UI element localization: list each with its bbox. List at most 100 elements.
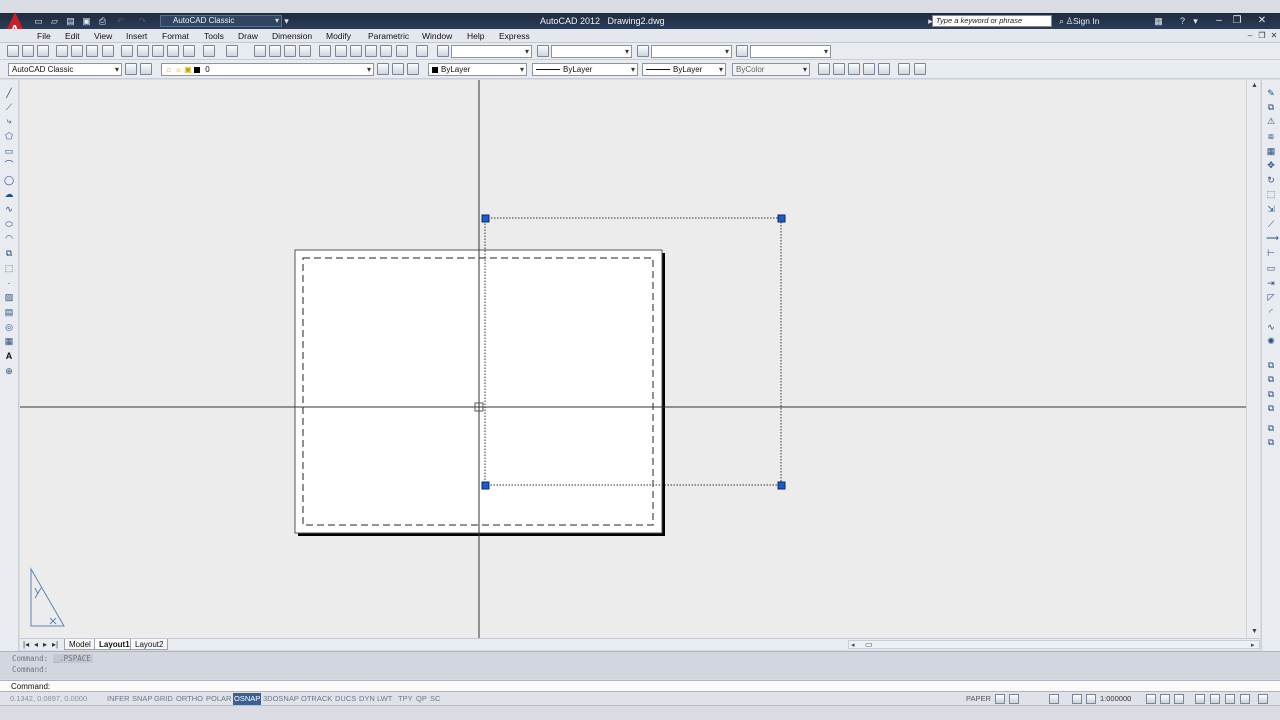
scroll-left-icon[interactable]: ◂	[851, 641, 855, 649]
offset-icon[interactable]: ⧈	[1266, 131, 1276, 141]
layer-previous-icon[interactable]	[392, 63, 404, 75]
revision-cloud-icon[interactable]: ☁	[4, 189, 14, 199]
move-icon[interactable]: ✥	[1266, 160, 1276, 170]
arc-icon[interactable]: ⌒	[4, 160, 14, 170]
multiline-text-icon[interactable]: A	[4, 351, 14, 361]
toggle-ducs[interactable]: DUCS	[334, 693, 357, 705]
toggle-infer[interactable]: INFER	[106, 693, 131, 705]
explode-icon[interactable]: ✺	[1266, 336, 1276, 346]
draw-order-icon[interactable]: ⧉	[1266, 360, 1276, 370]
spline-icon[interactable]: ∿	[4, 204, 14, 214]
last-tab-icon[interactable]: ▸|	[52, 640, 58, 650]
break-icon[interactable]: ▭	[1266, 263, 1276, 273]
workspace-selector[interactable]: AutoCAD Classic	[160, 15, 282, 27]
help-tool-icon[interactable]	[416, 45, 428, 57]
circle-icon[interactable]: ◯	[4, 175, 14, 185]
quickcalc-icon[interactable]	[396, 45, 408, 57]
plotstyle-combo[interactable]: ByColor	[732, 63, 810, 76]
grip[interactable]	[481, 481, 490, 490]
bring-to-front-icon[interactable]: ⧉	[1266, 374, 1276, 384]
menu-window[interactable]: Window	[422, 30, 452, 42]
dim-style-combo[interactable]	[551, 45, 632, 58]
isolate-objects-icon[interactable]	[1225, 694, 1235, 704]
paste-icon[interactable]	[152, 45, 164, 57]
markup-icon[interactable]	[380, 45, 392, 57]
help-icon[interactable]: ?	[1177, 16, 1188, 26]
publish-icon[interactable]	[86, 45, 98, 57]
array-icon[interactable]: ▦	[1266, 146, 1276, 156]
multileader-style-combo[interactable]	[750, 45, 831, 58]
tab-layout1[interactable]: Layout1	[94, 639, 135, 650]
hardware-acceleration-icon[interactable]	[1210, 694, 1220, 704]
scroll-up-icon[interactable]: ▲	[1251, 82, 1258, 89]
menu-help[interactable]: Help	[467, 30, 484, 42]
menu-file[interactable]: File	[37, 30, 51, 42]
status-bar-menu-icon[interactable]	[1240, 694, 1250, 704]
point-icon[interactable]: ·	[4, 278, 14, 288]
hatch-to-back-icon[interactable]: ⧉	[1266, 437, 1276, 447]
ellipse-arc-icon[interactable]: ◠	[4, 233, 14, 243]
make-block-icon[interactable]: ⬚	[4, 263, 14, 273]
save-file-icon[interactable]	[37, 45, 49, 57]
toggle-lwt[interactable]: LWT	[376, 693, 393, 705]
plot-preview-icon[interactable]	[71, 45, 83, 57]
grip[interactable]	[481, 214, 490, 223]
zoom-previous-icon[interactable]	[299, 45, 311, 57]
properties-icon[interactable]	[319, 45, 331, 57]
text-to-front-icon[interactable]: ⧉	[1266, 423, 1276, 433]
vertical-scrollbar[interactable]: ▲ ▼	[1246, 80, 1260, 638]
gradient-icon[interactable]: ▤	[4, 307, 14, 317]
design-center-icon[interactable]	[335, 45, 347, 57]
toggle-ortho[interactable]: ORTHO	[175, 693, 204, 705]
next-tab-icon[interactable]: ▸	[43, 640, 47, 650]
toggle-dyn[interactable]: DYN	[358, 693, 376, 705]
clean-screen-icon[interactable]	[1258, 694, 1268, 704]
doc-minimize-icon[interactable]: –	[1245, 30, 1255, 41]
undo-tool-icon[interactable]	[203, 45, 215, 57]
fillet-icon[interactable]: ◜	[1266, 307, 1276, 317]
ellipse-icon[interactable]: ⬭	[4, 219, 14, 229]
pan-icon[interactable]	[254, 45, 266, 57]
table-style-icon[interactable]	[637, 45, 649, 57]
toggle-otrack[interactable]: OTRACK	[300, 693, 333, 705]
workspace-combo[interactable]: AutoCAD Classic	[8, 63, 122, 76]
bring-above-icon[interactable]: ⧉	[1266, 403, 1276, 413]
qnew-icon[interactable]	[7, 45, 19, 57]
multileader-style-icon[interactable]	[736, 45, 748, 57]
toggle-3dosnap[interactable]: 3DOSNAP	[262, 693, 300, 705]
rectangle-icon[interactable]: ▭	[4, 146, 14, 156]
scroll-down-icon[interactable]: ▼	[1251, 628, 1258, 635]
zoom-window-icon[interactable]	[284, 45, 296, 57]
linetype-combo[interactable]: ByLayer	[532, 63, 638, 76]
search-input[interactable]: Type a keyword or phrase	[932, 15, 1052, 27]
toggle-osnap[interactable]: OSNAP	[233, 693, 262, 705]
first-tab-icon[interactable]: |◂	[23, 640, 29, 650]
color-combo[interactable]: ByLayer	[428, 63, 527, 76]
scale-icon[interactable]: ⬚	[1266, 189, 1276, 199]
toggle-polar[interactable]: POLAR	[205, 693, 232, 705]
pan-status-icon[interactable]	[1072, 694, 1082, 704]
hatch-icon[interactable]: ▨	[4, 292, 14, 302]
redo-icon[interactable]: ↷	[137, 16, 148, 26]
cut-icon[interactable]	[121, 45, 133, 57]
toggle-qp[interactable]: QP	[415, 693, 428, 705]
blend-curves-icon[interactable]: ∿	[1266, 322, 1276, 332]
doc-close-icon[interactable]: ✕	[1269, 30, 1279, 41]
minimize-icon[interactable]: –	[1212, 14, 1226, 27]
add-selected-icon[interactable]: ⊕	[4, 366, 14, 376]
grip[interactable]	[777, 214, 786, 223]
menu-edit[interactable]: Edit	[65, 30, 80, 42]
3d-dwf-icon[interactable]	[102, 45, 114, 57]
visual-style-manager-icon[interactable]	[898, 63, 910, 75]
previous-tab-icon[interactable]: ◂	[34, 640, 38, 650]
annotation-scale[interactable]: 1:000000	[1100, 694, 1131, 704]
help-dropdown-icon[interactable]: ▾	[1190, 16, 1201, 26]
menu-parametric[interactable]: Parametric	[368, 30, 409, 42]
sheet-set-icon[interactable]	[365, 45, 377, 57]
toggle-grid[interactable]: GRID	[153, 693, 174, 705]
command-input[interactable]: Command:	[0, 680, 1280, 692]
menu-dimension[interactable]: Dimension	[272, 30, 312, 42]
insert-block-icon[interactable]: ⧉	[4, 248, 14, 258]
open-file-icon[interactable]	[22, 45, 34, 57]
table-style-combo[interactable]	[651, 45, 732, 58]
